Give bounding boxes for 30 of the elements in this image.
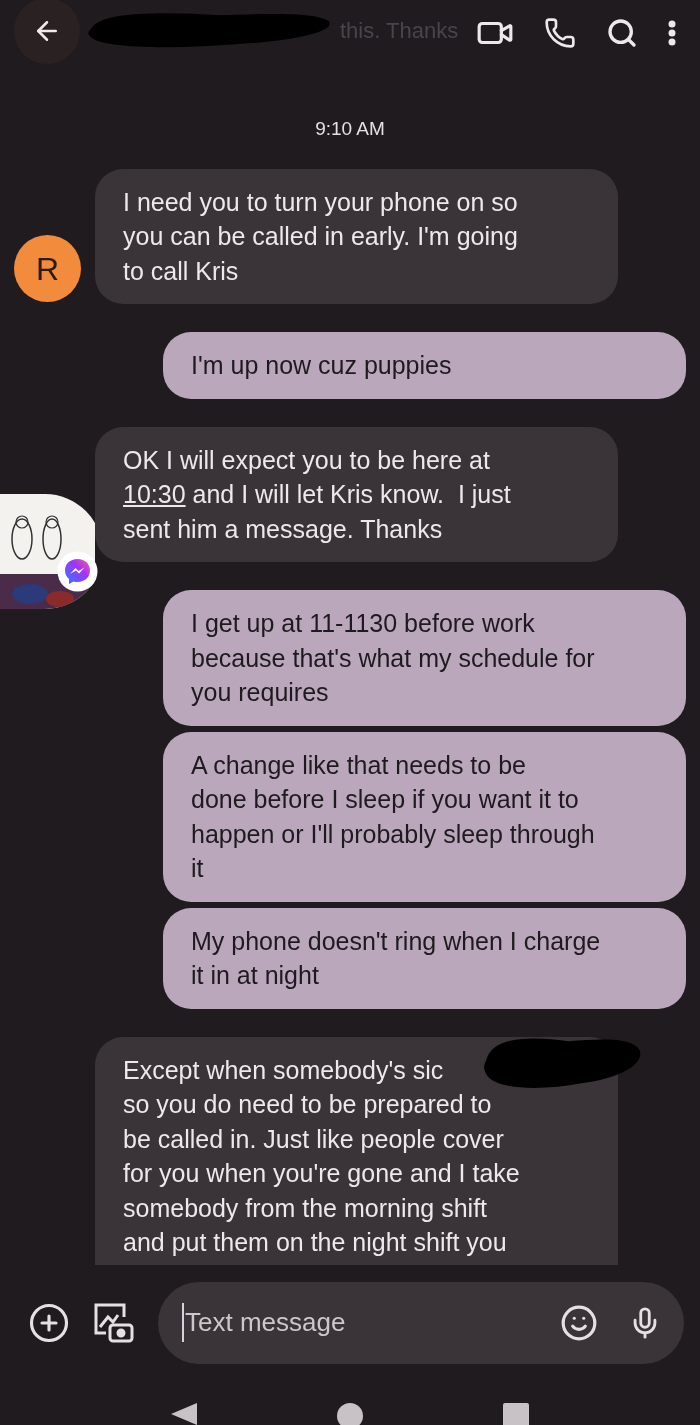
add-icon [28, 1301, 70, 1344]
message-text: A change like that needs to be done before I sleep if you want it to happen or I'll probably sleep through it [191, 749, 596, 884]
incoming-message-bubble[interactable]: Except when somebody's sic so you do need to be prepared to be called in. Just like people cover for you when you're gone and I take somebody from the morning shift and put them on the night shift you [95, 1036, 618, 1265]
call-button[interactable] [544, 16, 576, 49]
more-icon [668, 19, 676, 46]
home-nav-icon[interactable] [337, 1403, 363, 1425]
more-button[interactable] [668, 19, 676, 46]
outgoing-message-bubble[interactable]: My phone doesn't ring when I charge it in at night [163, 907, 686, 1009]
message-text: I get up at 11-1130 before work because that's what my schedule for you requires [191, 608, 596, 708]
message-text: I need you to turn your phone on so you can be called in early. I'm going to call Kris [123, 186, 519, 287]
message-text: OK I will expect you to be here at 10:30 and I will let Kris know. I just sent him a message. Thanks [123, 444, 512, 545]
incoming-message-bubble[interactable]: OK I will expect you to be here at 10:30 and I will let Kris know. I just sent him a message. Thanks [95, 426, 618, 562]
search-button[interactable] [606, 16, 638, 49]
add-button[interactable] [28, 1301, 70, 1344]
message-text: My phone doesn't ring when I charge it in at night [191, 925, 602, 991]
message-input-field[interactable]: Text message [158, 1281, 684, 1364]
back-nav-icon[interactable] [171, 1403, 197, 1425]
outgoing-message-bubble[interactable]: A change like that needs to be done before I sleep if you want it to happen or I'll probably sleep through it [163, 731, 686, 902]
emoji-icon [560, 1303, 598, 1342]
timestamp: 9:10 AM [315, 117, 385, 141]
contact-avatar[interactable]: R [14, 235, 81, 302]
message-text: Except when somebody's sic so you do need to be prepared to be called in. Just like people cover for you when you're gone and I take somebody from the morning shift and put them on the night shift you [123, 1054, 521, 1258]
outgoing-message-bubble[interactable]: I'm up now cuz puppies [163, 332, 686, 399]
incoming-message-bubble[interactable]: I need you to turn your phone on so you can be called in early. I'm going to call Kris [95, 168, 618, 304]
message-input[interactable]: Text message [182, 1303, 550, 1342]
outgoing-message-bubble[interactable]: I get up at 11-1130 before work because that's what my schedule for you requires [163, 590, 686, 726]
search-icon [606, 16, 638, 49]
phone-icon [544, 16, 576, 49]
message-text: I'm up now cuz puppies [191, 350, 453, 381]
time-link[interactable]: 10:30 [123, 480, 186, 508]
